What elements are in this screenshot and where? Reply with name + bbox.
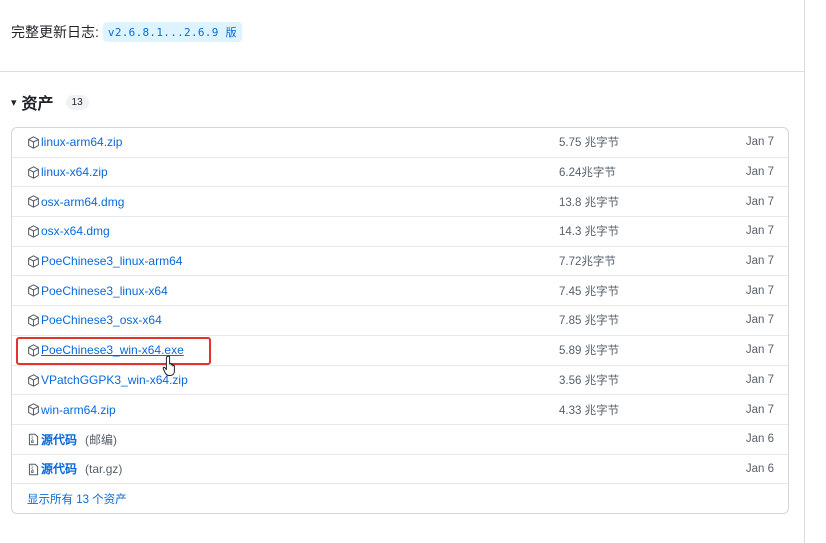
- source-code-row: 源代码 (邮编) Jan 6: [12, 425, 788, 455]
- asset-link[interactable]: linux-x64.zip: [41, 165, 108, 179]
- package-icon: [28, 165, 39, 179]
- show-all-assets-link[interactable]: 显示所有 13 个资产: [27, 491, 127, 507]
- source-code-link[interactable]: 源代码 (邮编): [41, 431, 117, 448]
- asset-date: Jan 7: [745, 373, 774, 386]
- asset-size: 4.33 兆字节: [559, 404, 620, 417]
- hand-pointer-icon: [162, 355, 175, 376]
- asset-date: Jan 7: [745, 195, 774, 208]
- asset-link[interactable]: PoeChinese3_linux-arm64: [41, 254, 182, 268]
- changelog-version-link[interactable]: v2.6.8.1...2.6.9 版: [102, 22, 242, 42]
- package-icon: [28, 136, 39, 149]
- asset-date: Jan 7: [745, 136, 774, 149]
- package-icon: [28, 195, 39, 209]
- asset-date: Jan 7: [745, 403, 774, 416]
- assets-count-badge: 13: [65, 94, 89, 110]
- source-code-label: 源代码: [41, 462, 78, 477]
- asset-date: Jan 7: [745, 284, 774, 297]
- assets-list: linux-arm64.zip 5.75 兆字节 Jan 7 linux-x64…: [11, 127, 789, 514]
- asset-link[interactable]: linux-arm64.zip: [41, 135, 122, 149]
- assets-header[interactable]: ▾ 资产 13: [11, 90, 89, 114]
- file-zip-icon: [28, 433, 39, 446]
- package-icon: [28, 284, 39, 298]
- changelog-label: 完整更新日志:: [11, 24, 99, 40]
- caret-down-icon[interactable]: ▾: [11, 96, 17, 109]
- asset-row: PoeChinese3_linux-arm64 7.72兆字节 Jan 7: [12, 247, 788, 277]
- asset-row: osx-x64.dmg 14.3 兆字节 Jan 7: [12, 217, 788, 247]
- asset-row: linux-x64.zip 6.24兆字节 Jan 7: [12, 158, 788, 188]
- package-icon: [28, 225, 39, 238]
- highlight-annotation-box: [16, 337, 211, 365]
- asset-date: Jan 6: [745, 433, 774, 446]
- asset-date: Jan 7: [745, 344, 774, 357]
- asset-row: VPatchGGPK3_win-x64.zip 3.56 兆字节 Jan 7: [12, 366, 788, 396]
- asset-size: 5.89 兆字节: [559, 345, 620, 358]
- section-divider: [0, 71, 804, 72]
- asset-row: linux-arm64.zip 5.75 兆字节 Jan 7: [12, 128, 788, 158]
- asset-size: 3.56 兆字节: [559, 374, 620, 387]
- source-code-link[interactable]: 源代码 (tar.gz): [41, 460, 122, 477]
- asset-row: osx-arm64.dmg 13.8 兆字节 Jan 7: [12, 187, 788, 218]
- package-icon: [28, 373, 39, 387]
- source-code-label: 源代码: [41, 432, 78, 447]
- asset-date: Jan 6: [745, 462, 774, 475]
- asset-size: 13.8 兆字节: [559, 196, 620, 209]
- asset-link[interactable]: PoeChinese3_linux-x64: [41, 284, 168, 298]
- source-code-row: 源代码 (tar.gz) Jan 6: [12, 455, 788, 485]
- package-icon: [28, 403, 39, 416]
- assets-title: 资产: [21, 96, 54, 113]
- changelog-line: 完整更新日志: v2.6.8.1...2.6.9 版: [11, 21, 242, 43]
- asset-link[interactable]: PoeChinese3_osx-x64: [41, 313, 162, 327]
- asset-row: win-arm64.zip 4.33 兆字节 Jan 7: [12, 395, 788, 425]
- package-icon: [28, 255, 39, 268]
- asset-size: 7.72兆字节: [559, 256, 616, 269]
- asset-date: Jan 7: [745, 255, 774, 268]
- asset-size: 7.45 兆字节: [559, 285, 620, 298]
- show-all-row: 显示所有 13 个资产: [12, 484, 788, 513]
- asset-size: 5.75 兆字节: [559, 137, 620, 150]
- asset-date: Jan 7: [745, 314, 774, 327]
- file-zip-icon: [28, 463, 39, 475]
- asset-link[interactable]: osx-x64.dmg: [41, 224, 110, 238]
- source-code-format: (tar.gz): [85, 462, 123, 477]
- asset-date: Jan 7: [745, 225, 774, 238]
- asset-link[interactable]: win-arm64.zip: [41, 403, 116, 417]
- asset-row: PoeChinese3_linux-x64 7.45 兆字节 Jan 7: [12, 276, 788, 307]
- asset-size: 14.3 兆字节: [559, 226, 620, 239]
- source-code-format: (邮编): [85, 432, 118, 447]
- package-icon: [28, 314, 39, 327]
- asset-size: 6.24兆字节: [559, 167, 616, 180]
- asset-size: 7.85 兆字节: [559, 315, 620, 328]
- asset-link[interactable]: osx-arm64.dmg: [41, 195, 124, 209]
- page-right-border: [804, 0, 805, 543]
- asset-date: Jan 7: [745, 166, 774, 179]
- asset-row: PoeChinese3_osx-x64 7.85 兆字节 Jan 7: [12, 306, 788, 336]
